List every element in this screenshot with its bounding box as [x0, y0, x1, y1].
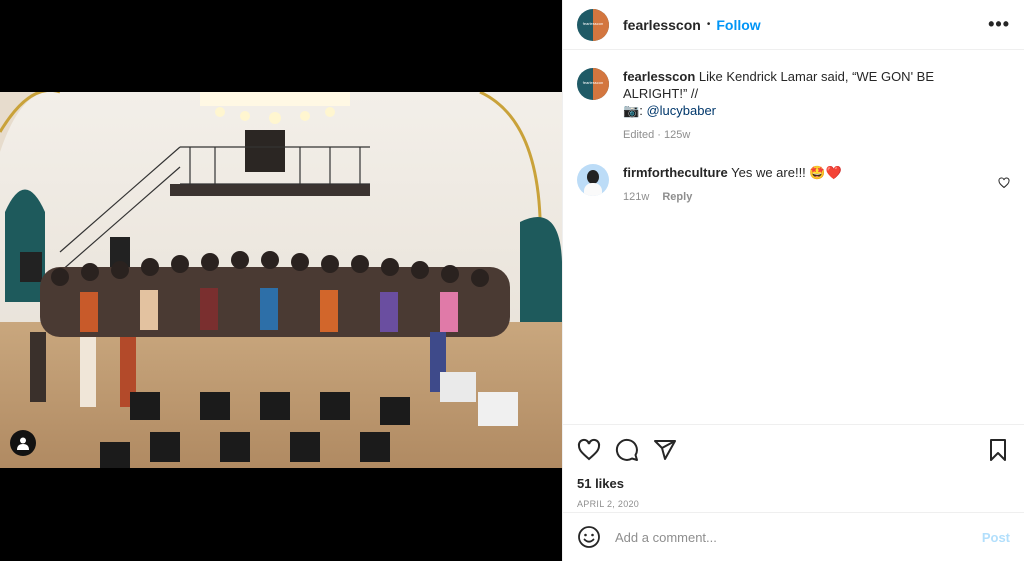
emoji-icon[interactable] [577, 525, 601, 549]
action-bar [563, 424, 1024, 474]
comment-text: firmfortheculture Yes we are!!! 🤩❤️ [623, 164, 986, 181]
caption-username[interactable]: fearlesscon [623, 69, 695, 84]
follow-button[interactable]: Follow [716, 17, 760, 33]
author-avatar[interactable]: fearlesscon [577, 8, 609, 41]
comment-time: 121w [623, 191, 650, 203]
comments-list: fearlesscon fearlesscon Like Kendrick La… [563, 58, 1024, 206]
caption-meta: Edited · 125w [623, 129, 691, 141]
share-icon[interactable] [653, 438, 677, 462]
caption: fearlesscon fearlesscon Like Kendrick La… [577, 68, 1010, 144]
caption-avatar[interactable]: fearlesscon [577, 68, 609, 100]
avatar-logo-text: fearlesscon [582, 80, 604, 85]
reply-button[interactable]: Reply [662, 191, 692, 203]
heart-icon[interactable] [577, 438, 601, 462]
post-media [0, 0, 562, 561]
caption-colon: : [639, 103, 643, 118]
comment-body: Yes we are!!! [731, 165, 810, 180]
tag-user-icon[interactable] [10, 430, 36, 456]
comment-username[interactable]: firmfortheculture [623, 165, 728, 180]
post-header: fearlesscon fearlesscon • Follow ••• [563, 0, 1024, 50]
group-photo-illustration [0, 92, 562, 468]
mention-link[interactable]: @lucybaber [646, 103, 716, 118]
camera-emoji: 📷 [623, 103, 640, 118]
likes-count[interactable]: 51 likes [577, 476, 624, 491]
author-username[interactable]: fearlesscon [623, 17, 701, 33]
post-side-panel: fearlesscon fearlesscon • Follow ••• fea… [562, 0, 1024, 561]
post-comment-button[interactable]: Post [982, 530, 1010, 545]
post-date[interactable]: APRIL 2, 2020 [577, 499, 639, 509]
like-comment-icon[interactable] [998, 176, 1010, 192]
separator-dot: • [706, 19, 711, 30]
comment-item: firmfortheculture Yes we are!!! 🤩❤️ 121w… [577, 164, 1010, 206]
comment-input[interactable] [615, 529, 982, 545]
comment-meta: 121w Reply [623, 189, 986, 206]
caption-text: fearlesscon Like Kendrick Lamar said, “W… [623, 68, 986, 119]
comment-emojis: 🤩❤️ [809, 165, 842, 180]
commenter-avatar[interactable] [577, 164, 609, 196]
avatar-logo-text: fearlesscon [582, 20, 604, 26]
comment-icon[interactable] [615, 438, 639, 462]
add-comment-bar: Post [563, 512, 1024, 561]
post-photo[interactable] [0, 92, 562, 468]
bookmark-icon[interactable] [986, 438, 1010, 462]
more-options-icon[interactable]: ••• [988, 14, 1010, 35]
